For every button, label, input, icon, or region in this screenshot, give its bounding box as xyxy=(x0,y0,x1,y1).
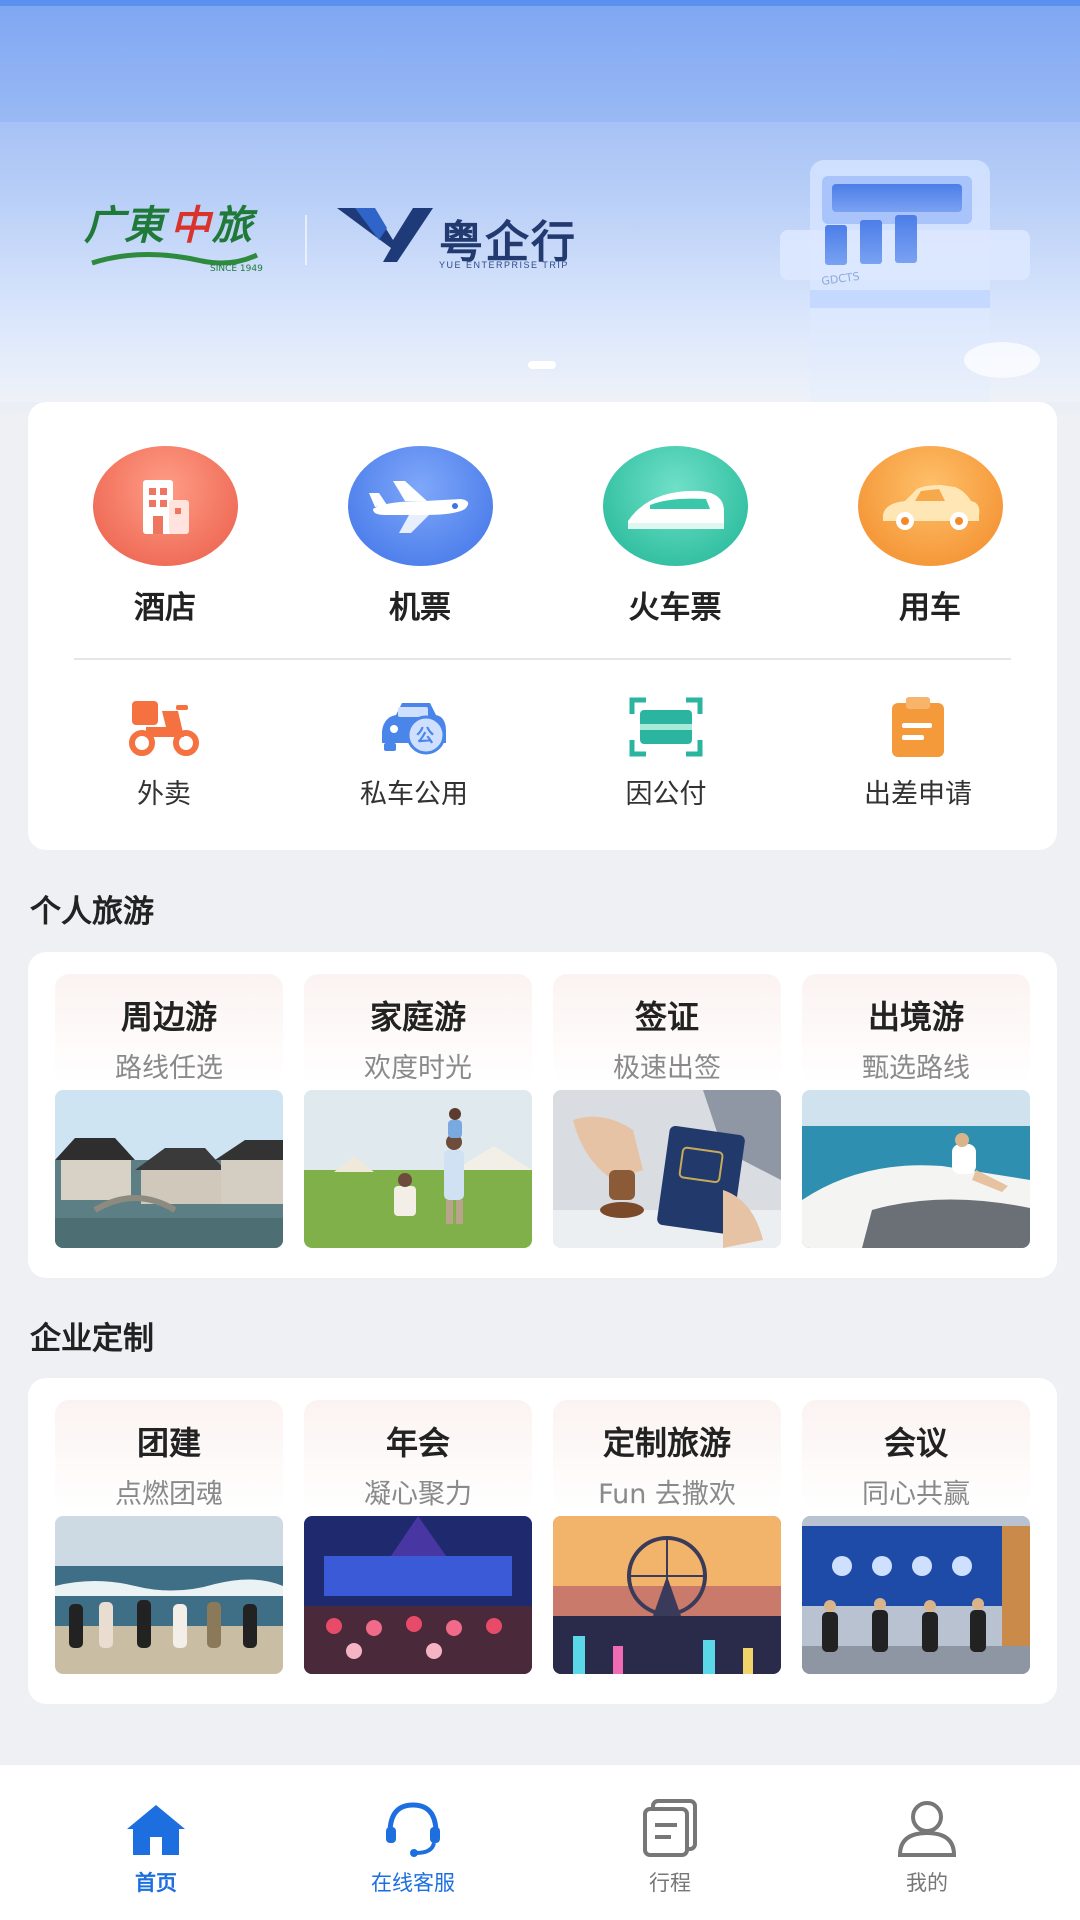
nav-customer-service[interactable]: 在线客服 xyxy=(333,1795,493,1897)
svg-text:广東: 广東 xyxy=(84,202,170,249)
yue-enterprise-logo: 粤企行 YUE ENTERPRISE TRIP xyxy=(335,200,575,280)
tile-title: 团建 xyxy=(136,1424,201,1462)
svg-text:旅: 旅 xyxy=(211,202,258,249)
svg-text:中: 中 xyxy=(170,202,214,249)
private-car-label: 私车公用 xyxy=(360,779,468,810)
tile-title: 出境游 xyxy=(867,998,964,1036)
tile-team-building[interactable]: 团建 点燃团魂 xyxy=(55,1400,283,1680)
svg-text:SINCE 1949: SINCE 1949 xyxy=(210,264,263,274)
yue-logo-subtitle: YUE ENTERPRISE TRIP xyxy=(439,260,569,270)
water-town-photo xyxy=(55,1090,283,1248)
business-pay-button[interactable]: 因公付 xyxy=(576,692,756,811)
hotel-icon xyxy=(92,446,238,566)
home-icon xyxy=(76,1795,236,1857)
tile-title: 会议 xyxy=(883,1424,948,1462)
itinerary-icon xyxy=(590,1795,750,1857)
tile-title: 家庭游 xyxy=(369,998,466,1036)
nav-profile[interactable]: 我的 xyxy=(847,1795,1007,1897)
tile-outbound-tour[interactable]: 出境游 甄选路线 xyxy=(802,974,1030,1254)
nav-itinerary-label: 行程 xyxy=(649,1871,691,1895)
hotel-button[interactable]: 酒店 xyxy=(90,446,240,627)
car-button[interactable]: 用车 xyxy=(855,446,1005,627)
passport-stamp-photo xyxy=(553,1090,781,1248)
train-button[interactable]: 火车票 xyxy=(600,446,750,627)
headset-icon xyxy=(333,1795,493,1857)
enterprise-card: 团建 点燃团魂 年会 凝心聚力 定制旅游 Fun 去撒欢 会议 同心共赢 xyxy=(28,1378,1057,1704)
trip-request-label: 出差申请 xyxy=(864,779,972,810)
tile-subtitle: 点燃团魂 xyxy=(115,1479,223,1510)
banner-top-line xyxy=(0,0,1080,6)
tile-visa[interactable]: 签证 极速出签 xyxy=(553,974,781,1254)
tile-subtitle: 欢度时光 xyxy=(364,1053,472,1084)
car-icon xyxy=(857,446,1003,566)
svg-text:公: 公 xyxy=(416,726,434,747)
yacht-sea-photo xyxy=(802,1090,1030,1248)
private-car-button[interactable]: 公 私车公用 xyxy=(324,692,504,811)
flight-button[interactable]: 机票 xyxy=(345,446,495,627)
ferris-wheel-photo xyxy=(553,1516,781,1674)
tile-family-tour[interactable]: 家庭游 欢度时光 xyxy=(304,974,532,1254)
conference-panel-photo xyxy=(802,1516,1030,1674)
tile-subtitle: 凝心聚力 xyxy=(364,1479,472,1510)
car-label: 用车 xyxy=(899,590,961,626)
nav-itinerary[interactable]: 行程 xyxy=(590,1795,750,1897)
family-picnic-photo xyxy=(304,1090,532,1248)
clipboard-icon xyxy=(828,692,1008,762)
bottom-navigation: 首页 在线客服 行程 我的 xyxy=(0,1765,1080,1920)
nav-profile-label: 我的 xyxy=(906,1871,948,1895)
tile-subtitle: 甄选路线 xyxy=(862,1053,970,1084)
tile-title: 定制旅游 xyxy=(602,1424,731,1462)
tile-custom-tour[interactable]: 定制旅游 Fun 去撒欢 xyxy=(553,1400,781,1680)
takeout-label: 外卖 xyxy=(137,779,191,810)
takeout-button[interactable]: 外卖 xyxy=(74,692,254,811)
tile-subtitle: Fun 去撒欢 xyxy=(598,1479,736,1510)
train-label: 火车票 xyxy=(628,590,722,626)
airplane-icon xyxy=(347,446,493,566)
hotel-label: 酒店 xyxy=(134,590,196,626)
tile-conference[interactable]: 会议 同心共赢 xyxy=(802,1400,1030,1680)
tile-title: 周边游 xyxy=(120,998,217,1036)
carousel-indicator xyxy=(528,361,556,369)
tile-nearby-tour[interactable]: 周边游 路线任选 xyxy=(55,974,283,1254)
service-divider xyxy=(74,658,1011,660)
profile-icon xyxy=(847,1795,1007,1857)
trip-request-button[interactable]: 出差申请 xyxy=(828,692,1008,811)
nav-home[interactable]: 首页 xyxy=(76,1795,236,1897)
tile-title: 年会 xyxy=(385,1424,450,1462)
business-pay-label: 因公付 xyxy=(625,779,707,810)
building-illustration: GDCTS xyxy=(740,140,1040,410)
gala-stage-photo xyxy=(304,1516,532,1674)
logo-divider xyxy=(305,215,307,265)
nav-service-label: 在线客服 xyxy=(371,1871,455,1895)
personal-travel-title: 个人旅游 xyxy=(30,894,154,930)
train-icon xyxy=(602,446,748,566)
tile-annual-meeting[interactable]: 年会 凝心聚力 xyxy=(304,1400,532,1680)
private-car-icon: 公 xyxy=(324,692,504,762)
nav-home-label: 首页 xyxy=(135,1871,177,1895)
personal-travel-card: 周边游 路线任选 家庭游 欢度时光 签证 极速出签 出境游 甄选路线 xyxy=(28,952,1057,1278)
gdcts-logo: 广東 中 旅 SINCE 1949 xyxy=(82,195,282,275)
beach-team-photo xyxy=(55,1516,283,1674)
tile-title: 签证 xyxy=(634,998,699,1036)
scan-pay-icon xyxy=(576,692,756,762)
tile-subtitle: 同心共赢 xyxy=(862,1479,970,1510)
top-banner[interactable]: 广東 中 旅 SINCE 1949 粤企行 YUE ENTERPRISE TRI… xyxy=(0,0,1080,420)
tile-subtitle: 极速出签 xyxy=(613,1053,721,1084)
enterprise-title: 企业定制 xyxy=(30,1321,154,1357)
flight-label: 机票 xyxy=(389,590,451,626)
tile-subtitle: 路线任选 xyxy=(115,1053,223,1084)
scooter-icon xyxy=(74,692,254,762)
service-card: 酒店 机票 火车票 用车 外卖 公 私车公用 因公付 出差申请 xyxy=(28,402,1057,850)
